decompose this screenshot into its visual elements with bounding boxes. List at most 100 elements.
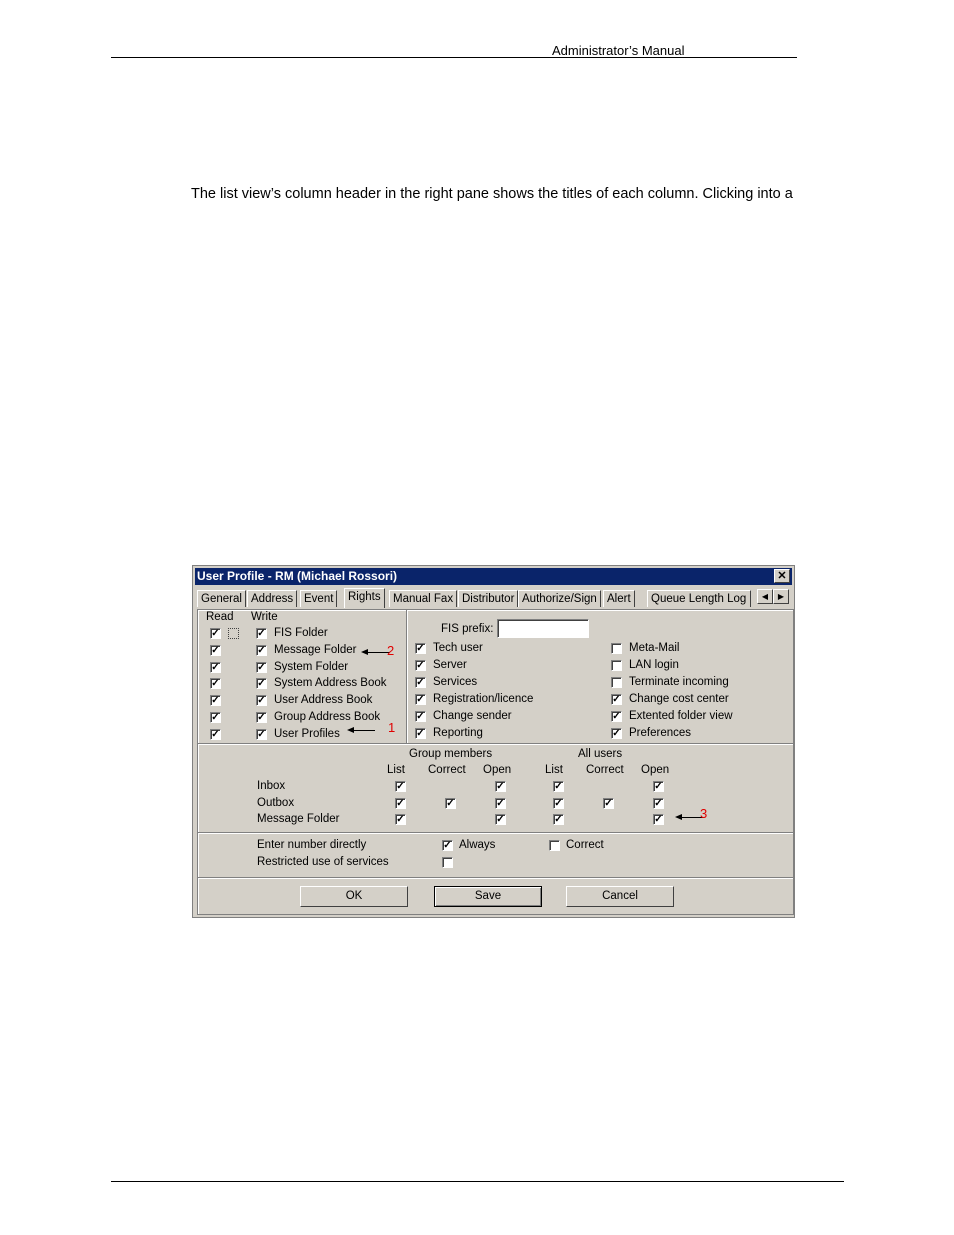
- tab-authorize-sign[interactable]: Authorize/Sign: [518, 590, 601, 607]
- access-checkbox[interactable]: ✓: [445, 797, 456, 809]
- check-icon: ✓: [396, 797, 405, 809]
- read-checkbox[interactable]: ✓: [210, 628, 221, 639]
- access-checkbox[interactable]: ✓: [495, 814, 506, 825]
- right-checkbox[interactable]: [611, 660, 622, 671]
- check-icon: ✓: [211, 661, 220, 673]
- check-icon: ✓: [612, 711, 621, 722]
- enter-number-label: Enter number directly: [257, 839, 367, 851]
- right-label: Registration/licence: [433, 693, 534, 705]
- access-checkbox[interactable]: ✓: [395, 781, 406, 792]
- check-icon: ✓: [496, 797, 505, 809]
- tab-alert[interactable]: Alert: [603, 590, 635, 607]
- access-checkbox[interactable]: ✓: [653, 797, 664, 809]
- access-checkbox[interactable]: ✓: [553, 814, 564, 825]
- access-checkbox[interactable]: ✓: [495, 797, 506, 809]
- check-icon: ✓: [211, 728, 220, 740]
- right-checkbox[interactable]: ✓: [415, 711, 426, 722]
- right-label: Terminate incoming: [629, 676, 729, 688]
- correct-checkbox[interactable]: [549, 840, 560, 851]
- check-icon: ✓: [416, 694, 425, 705]
- check-icon: ✓: [257, 661, 266, 673]
- access-row-label: Message Folder: [257, 813, 340, 825]
- user-profile-dialog: User Profile - RM (Michael Rossori) ✕ Ge…: [192, 565, 795, 918]
- arrow-left-icon: ◀: [761, 592, 769, 601]
- right-checkbox[interactable]: ✓: [415, 694, 426, 705]
- tab-queue-length-log[interactable]: Queue Length Log: [647, 590, 751, 607]
- right-label: Extented folder view: [629, 710, 733, 722]
- tab-scroll-right-button[interactable]: ▶: [773, 589, 789, 604]
- write-checkbox[interactable]: ✓: [256, 678, 267, 690]
- write-checkbox[interactable]: ✓: [256, 628, 267, 639]
- check-icon: ✓: [211, 678, 220, 690]
- annotation-1: 1: [388, 720, 396, 735]
- write-checkbox[interactable]: ✓: [256, 728, 267, 740]
- tab-rights[interactable]: Rights: [344, 588, 385, 608]
- restricted-services-checkbox[interactable]: [442, 857, 453, 868]
- read-checkbox[interactable]: ✓: [210, 712, 221, 723]
- access-checkbox[interactable]: ✓: [603, 797, 614, 809]
- access-checkbox[interactable]: ✓: [653, 781, 664, 792]
- fis-prefix-input[interactable]: [497, 619, 589, 638]
- tab-event[interactable]: Event: [300, 590, 338, 607]
- access-checkbox[interactable]: ✓: [553, 781, 564, 792]
- read-checkbox[interactable]: ✓: [210, 695, 221, 707]
- tab-address[interactable]: Address: [247, 590, 298, 607]
- tab-distributor[interactable]: Distributor: [458, 590, 519, 607]
- check-icon: ✓: [612, 694, 621, 705]
- access-checkbox[interactable]: ✓: [495, 781, 506, 792]
- tab-general[interactable]: General: [197, 590, 246, 607]
- access-row-label: Outbox: [257, 796, 295, 809]
- right-checkbox[interactable]: [611, 677, 622, 688]
- focus-placeholder[interactable]: [228, 628, 239, 639]
- read-checkbox[interactable]: ✓: [210, 644, 221, 656]
- ok-button[interactable]: OK: [300, 886, 408, 907]
- check-icon: ✓: [496, 781, 505, 792]
- right-checkbox[interactable]: ✓: [611, 728, 622, 739]
- save-button[interactable]: Save: [434, 886, 542, 907]
- check-icon: ✓: [257, 712, 266, 723]
- access-checkbox[interactable]: ✓: [553, 797, 564, 809]
- folder-label: System Address Book: [274, 677, 387, 690]
- check-icon: ✓: [257, 695, 266, 707]
- check-icon: ✓: [416, 711, 425, 722]
- access-column-header: Correct: [428, 764, 466, 776]
- access-checkbox[interactable]: ✓: [653, 814, 664, 825]
- write-checkbox[interactable]: ✓: [256, 695, 267, 707]
- check-icon: ✓: [416, 643, 425, 654]
- right-checkbox[interactable]: ✓: [415, 660, 426, 671]
- right-checkbox[interactable]: [611, 643, 622, 654]
- check-icon: ✓: [612, 728, 621, 739]
- read-checkbox[interactable]: ✓: [210, 728, 221, 740]
- close-button[interactable]: ✕: [774, 569, 790, 583]
- read-checkbox[interactable]: ✓: [210, 678, 221, 690]
- correct-label: Correct: [566, 839, 604, 851]
- cancel-button[interactable]: Cancel: [566, 886, 674, 907]
- check-icon: ✓: [211, 644, 220, 656]
- annotation-3: 3: [700, 806, 708, 821]
- write-checkbox[interactable]: ✓: [256, 661, 267, 673]
- right-checkbox[interactable]: ✓: [415, 677, 426, 688]
- write-checkbox[interactable]: ✓: [256, 644, 267, 656]
- tab-manual-fax[interactable]: Manual Fax: [389, 590, 458, 607]
- always-checkbox[interactable]: ✓: [442, 840, 453, 851]
- check-icon: ✓: [654, 797, 663, 809]
- access-checkbox[interactable]: ✓: [395, 797, 406, 809]
- right-label: Tech user: [433, 642, 483, 654]
- right-checkbox[interactable]: ✓: [611, 694, 622, 705]
- check-icon: ✓: [211, 695, 220, 707]
- right-checkbox[interactable]: ✓: [611, 711, 622, 722]
- write-checkbox[interactable]: ✓: [256, 712, 267, 723]
- check-icon: ✓: [554, 797, 563, 809]
- right-checkbox[interactable]: ✓: [415, 643, 426, 654]
- check-icon: ✓: [396, 814, 405, 825]
- read-checkbox[interactable]: ✓: [210, 661, 221, 673]
- close-icon: ✕: [777, 570, 787, 582]
- right-checkbox[interactable]: ✓: [415, 728, 426, 739]
- access-checkbox[interactable]: ✓: [395, 814, 406, 825]
- check-icon: ✓: [654, 781, 663, 792]
- dialog-titlebar[interactable]: User Profile - RM (Michael Rossori) ✕: [195, 568, 792, 585]
- access-column-header: List: [545, 764, 563, 776]
- tab-scroll-left-button[interactable]: ◀: [757, 589, 773, 604]
- check-icon: ✓: [443, 840, 452, 851]
- access-column-header: Open: [483, 764, 512, 776]
